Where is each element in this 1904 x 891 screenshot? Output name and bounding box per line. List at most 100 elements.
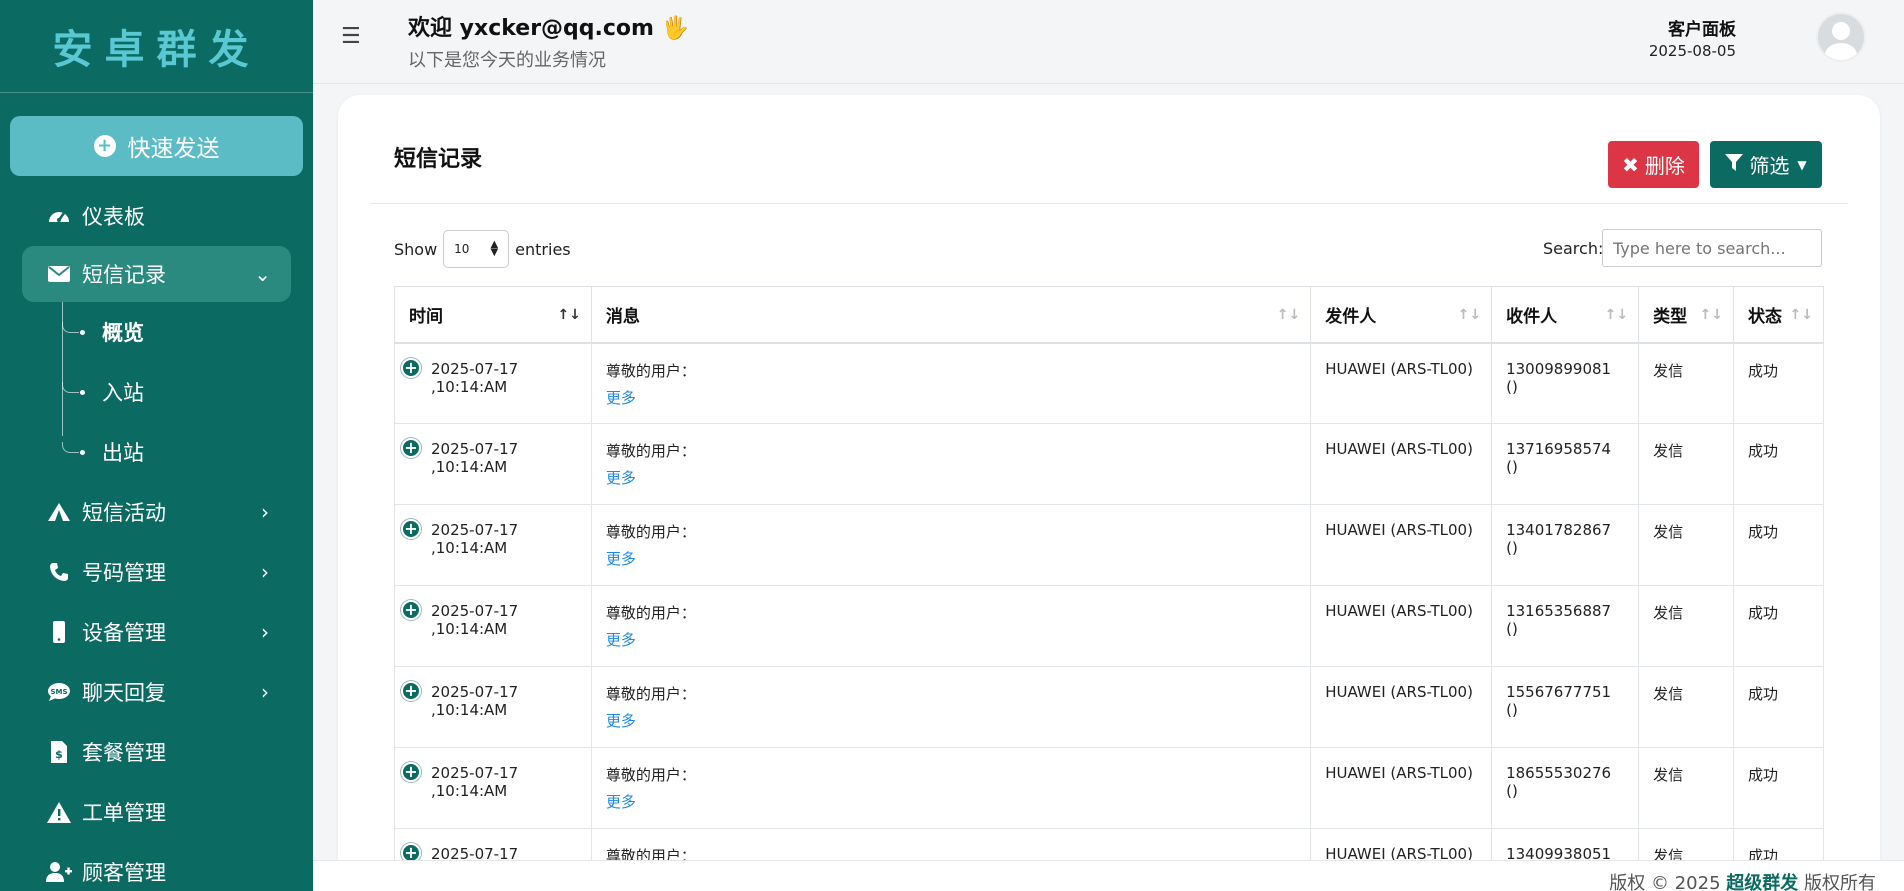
entries-length-control: Show 10 ▲ ▼ entries bbox=[394, 230, 571, 268]
sidebar-item-plan-management[interactable]: $ 套餐管理 bbox=[0, 722, 313, 782]
dashboard-icon bbox=[46, 206, 72, 226]
copyright-prefix: 版权 © 2025 bbox=[1609, 873, 1721, 891]
sidebar-item-label: 仪表板 bbox=[82, 205, 145, 229]
more-link[interactable]: 更多 bbox=[606, 629, 1296, 650]
quick-send-button[interactable]: + 快速发送 bbox=[10, 116, 303, 176]
expand-row-icon[interactable]: + bbox=[401, 681, 421, 701]
current-date: 2025-08-05 bbox=[1648, 42, 1736, 60]
campaign-icon bbox=[46, 502, 72, 522]
more-link[interactable]: 更多 bbox=[606, 467, 1296, 488]
cell-status: 成功 bbox=[1733, 666, 1824, 748]
cell-recipient: 18655530276 () bbox=[1491, 747, 1640, 829]
cell-sender: HUAWEI (ARS-TL00) bbox=[1310, 504, 1493, 586]
sort-icon: ↑↓ bbox=[1457, 307, 1482, 323]
column-header-type[interactable]: 类型 ↑↓ bbox=[1638, 286, 1735, 344]
chevron-right-icon: › bbox=[261, 680, 269, 704]
top-header: ☰ 欢迎 yxcker@qq.com 🖐 以下是您今天的业务情况 客户面板 20… bbox=[313, 0, 1904, 84]
submenu-item-outbound[interactable]: 出站 bbox=[60, 422, 313, 482]
phone-icon bbox=[46, 562, 72, 582]
entries-per-page-select[interactable]: 10 ▲ ▼ bbox=[443, 230, 510, 268]
sidebar-item-customer-management[interactable]: 顾客管理 bbox=[0, 842, 313, 891]
cell-sender: HUAWEI (ARS-TL00) bbox=[1310, 666, 1493, 748]
sidebar-item-sms-records[interactable]: 短信记录 ⌄ bbox=[22, 246, 291, 302]
cell-message: 尊敬的用户：更多 bbox=[590, 342, 1312, 424]
cell-sender: HUAWEI (ARS-TL00) bbox=[1310, 342, 1493, 424]
chevron-right-icon: › bbox=[261, 620, 269, 644]
sidebar-item-ticket-management[interactable]: 工单管理 bbox=[0, 782, 313, 842]
sidebar-item-label: 聊天回复 bbox=[82, 681, 166, 705]
welcome-message: 欢迎 yxcker@qq.com 🖐 bbox=[408, 16, 690, 41]
expand-row-icon[interactable]: + bbox=[401, 762, 421, 782]
filter-dropdown-button[interactable]: 筛选 ▼ bbox=[1710, 141, 1822, 188]
sms-records-table: 时间 ↑↓ 消息 ↑↓ 发件人 ↑↓ 收件人 ↑↓ 类型 ↑↓ 状态 ↑↓ +2025-07… bbox=[394, 286, 1824, 885]
warning-icon bbox=[46, 801, 72, 823]
column-header-status[interactable]: 状态 ↑↓ bbox=[1733, 286, 1824, 344]
cell-type: 发信 bbox=[1638, 423, 1735, 505]
cell-type: 发信 bbox=[1638, 666, 1735, 748]
cell-recipient: 15567677751 () bbox=[1491, 666, 1640, 748]
sidebar-item-label: 顾客管理 bbox=[82, 861, 166, 885]
cell-status: 成功 bbox=[1733, 423, 1824, 505]
envelope-icon bbox=[46, 266, 72, 282]
brand-logo[interactable]: 安卓群发 bbox=[0, 0, 313, 93]
cell-recipient: 13401782867 () bbox=[1491, 504, 1640, 586]
close-icon: ✖ bbox=[1622, 152, 1639, 177]
delete-button[interactable]: ✖ 删除 bbox=[1608, 141, 1699, 188]
cell-message: 尊敬的用户：更多 bbox=[590, 585, 1312, 667]
more-link[interactable]: 更多 bbox=[606, 791, 1296, 812]
search-input[interactable] bbox=[1602, 229, 1822, 267]
cell-status: 成功 bbox=[1733, 747, 1824, 829]
copyright-brand-link[interactable]: 超级群发 bbox=[1726, 873, 1798, 891]
sidebar-item-sms-campaigns[interactable]: 短信活动 › bbox=[0, 482, 313, 542]
sidebar-item-chat-reply[interactable]: SMS 聊天回复 › bbox=[0, 662, 313, 722]
cell-type: 发信 bbox=[1638, 504, 1735, 586]
cell-recipient: 13009899081 () bbox=[1491, 342, 1640, 424]
welcome-subtitle: 以下是您今天的业务情况 bbox=[408, 50, 606, 71]
sidebar-item-number-management[interactable]: 号码管理 › bbox=[0, 542, 313, 602]
sidebar-item-label: 短信记录 bbox=[82, 263, 166, 287]
sidebar-nav: 仪表板 短信记录 ⌄ 概览 入站 出站 短信活动 › 号码管理 › 设备管理 ›… bbox=[0, 186, 313, 891]
expand-row-icon[interactable]: + bbox=[401, 519, 421, 539]
chevron-right-icon: › bbox=[261, 500, 269, 524]
sidebar-item-dashboard[interactable]: 仪表板 bbox=[0, 186, 313, 246]
expand-row-icon[interactable]: + bbox=[401, 438, 421, 458]
table-body: +2025-07-17 ,10:14:AM 尊敬的用户： 更多 HUAWEI (ARS… bbox=[394, 342, 1824, 885]
quick-send-label: 快速发送 bbox=[127, 136, 220, 162]
column-header-recipient[interactable]: 收件人 ↑↓ bbox=[1491, 286, 1640, 344]
cell-message: 尊敬的用户：更多 bbox=[590, 423, 1312, 505]
submenu-item-inbound[interactable]: 入站 bbox=[60, 362, 313, 422]
brand-title: 安卓群发 bbox=[52, 27, 261, 73]
bullet-icon bbox=[80, 450, 85, 455]
sort-icon: ↑↓ bbox=[1699, 307, 1724, 323]
caret-down-icon: ▼ bbox=[1797, 157, 1807, 172]
expand-row-icon[interactable]: + bbox=[401, 357, 421, 378]
card-divider bbox=[370, 203, 1848, 204]
cell-message: 尊敬的用户：更多 bbox=[590, 666, 1312, 748]
cell-type: 发信 bbox=[1638, 747, 1735, 829]
expand-row-icon[interactable]: + bbox=[401, 600, 421, 620]
submenu-item-overview[interactable]: 概览 bbox=[60, 302, 313, 362]
delete-label: 删除 bbox=[1644, 154, 1685, 178]
cell-recipient: 13165356887 () bbox=[1491, 585, 1640, 667]
svg-text:SMS: SMS bbox=[50, 688, 67, 696]
column-header-time[interactable]: 时间 ↑↓ bbox=[394, 286, 592, 344]
copyright-text: 版权 © 2025 超级群发 版权所有 bbox=[1609, 869, 1876, 891]
user-plus-icon bbox=[46, 862, 72, 882]
column-header-sender[interactable]: 发件人 ↑↓ bbox=[1310, 286, 1493, 344]
cell-time: +2025-07-17 ,10:14:AM bbox=[394, 747, 592, 829]
column-header-message[interactable]: 消息 ↑↓ bbox=[590, 286, 1312, 344]
cell-status: 成功 bbox=[1733, 342, 1824, 424]
hamburger-menu-icon[interactable]: ☰ bbox=[341, 24, 361, 49]
sidebar-item-device-management[interactable]: 设备管理 › bbox=[0, 602, 313, 662]
cell-time: +2025-07-17 ,10:14:AM bbox=[394, 504, 592, 586]
submenu-item-label: 出站 bbox=[102, 441, 144, 465]
sms-records-card: 短信记录 ✖ 删除 筛选 ▼ Show 10 ▲ ▼ entries Search… bbox=[338, 95, 1880, 885]
invoice-icon: $ bbox=[46, 741, 72, 763]
sidebar-item-label: 号码管理 bbox=[82, 561, 166, 585]
sidebar-item-label: 工单管理 bbox=[82, 801, 166, 825]
user-avatar[interactable] bbox=[1818, 14, 1864, 60]
svg-text:$: $ bbox=[55, 748, 63, 761]
more-link[interactable]: 更多 bbox=[606, 710, 1296, 731]
more-link[interactable]: 更多 bbox=[606, 387, 1296, 408]
more-link[interactable]: 更多 bbox=[606, 548, 1296, 569]
